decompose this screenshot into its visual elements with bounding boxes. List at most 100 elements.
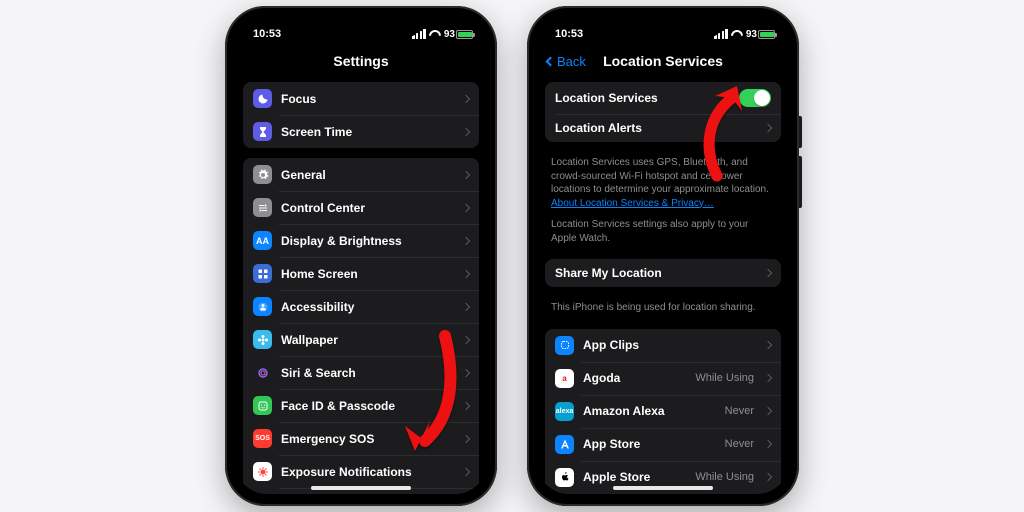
settings-row-location-alerts[interactable]: Location Alerts: [545, 114, 781, 142]
chevron-right-icon: [462, 368, 470, 376]
display-icon: AA: [253, 231, 272, 250]
settings-row-emergency-sos[interactable]: SOS Emergency SOS: [243, 422, 479, 455]
row-label: Apple Store: [583, 470, 686, 484]
chevron-right-icon: [764, 374, 772, 382]
nav-bar: Back Location Services: [537, 46, 789, 76]
chevron-right-icon: [764, 407, 772, 415]
settings-row-wallpaper[interactable]: Wallpaper: [243, 323, 479, 356]
phone-left: 10:53 93 Settings Focus Screen Time Gener…: [225, 6, 497, 506]
home-indicator[interactable]: [613, 486, 713, 490]
faceid-icon: [253, 396, 272, 415]
agoda-icon: a: [555, 369, 574, 388]
chevron-right-icon: [462, 269, 470, 277]
settings-row-agoda[interactable]: a Agoda While Using: [545, 362, 781, 395]
row-label: Face ID & Passcode: [281, 399, 452, 413]
settings-row-control-center[interactable]: Control Center: [243, 191, 479, 224]
settings-list[interactable]: Focus Screen Time General Control Center AA…: [235, 76, 487, 494]
sos-icon: SOS: [253, 429, 272, 448]
row-label: Control Center: [281, 201, 452, 215]
location-group-main: Location Services Location Alerts: [545, 82, 781, 142]
chevron-right-icon: [462, 170, 470, 178]
about-location-link[interactable]: About Location Services & Privacy…: [551, 198, 714, 209]
app-clips-icon: [555, 336, 574, 355]
row-label: Focus: [281, 92, 452, 106]
page-title: Settings: [333, 53, 388, 69]
status-time: 10:53: [555, 28, 583, 40]
settings-row-siri-search[interactable]: Siri & Search: [243, 356, 479, 389]
chevron-right-icon: [764, 440, 772, 448]
status-right: 93: [714, 29, 775, 40]
footer-text-1b: Location Services settings also apply to…: [537, 218, 789, 253]
row-label: Emergency SOS: [281, 432, 452, 446]
row-label: Share My Location: [555, 266, 754, 280]
chevron-right-icon: [462, 236, 470, 244]
row-label: Home Screen: [281, 267, 452, 281]
apps-group: App ClipsaAgodaWhile UsingalexaAmazon Al…: [545, 329, 781, 495]
settings-row-general[interactable]: General: [243, 158, 479, 191]
status-time: 10:53: [253, 28, 281, 40]
row-label: General: [281, 168, 452, 182]
row-label: Display & Brightness: [281, 234, 452, 248]
chevron-right-icon: [462, 127, 470, 135]
settings-row-location-services[interactable]: Location Services: [545, 82, 781, 114]
settings-row-display-brightness[interactable]: AA Display & Brightness: [243, 224, 479, 257]
general-icon: [253, 165, 272, 184]
chevron-right-icon: [462, 94, 470, 102]
row-detail: Never: [725, 405, 754, 417]
chevron-right-icon: [764, 473, 772, 481]
share-location-group: Share My Location: [545, 259, 781, 287]
chevron-right-icon: [764, 124, 772, 132]
wallpaper-icon: [253, 330, 272, 349]
settings-group-1: Focus Screen Time: [243, 82, 479, 148]
settings-row-app-clips[interactable]: App Clips: [545, 329, 781, 362]
wifi-icon: [429, 30, 441, 39]
row-label: Siri & Search: [281, 366, 452, 380]
row-label: Exposure Notifications: [281, 465, 452, 479]
row-detail: While Using: [695, 372, 754, 384]
controlCenter-icon: [253, 198, 272, 217]
row-detail: Never: [725, 438, 754, 450]
settings-row-apple-watch-faces[interactable]: Apple Watch FacesWhen Shared: [545, 494, 781, 495]
footer-text-1: Location Services uses GPS, Bluetooth, a…: [537, 152, 789, 218]
siri-icon: [253, 363, 272, 382]
settings-row-screen-time[interactable]: Screen Time: [243, 115, 479, 148]
row-label: Accessibility: [281, 300, 452, 314]
chevron-right-icon: [462, 401, 470, 409]
toggle-location-services[interactable]: [739, 89, 771, 107]
chevron-right-icon: [764, 341, 772, 349]
row-label: App Store: [583, 437, 716, 451]
screen-settings: 10:53 93 Settings Focus Screen Time Gener…: [235, 16, 487, 494]
wifi-icon: [731, 30, 743, 39]
row-label: Amazon Alexa: [583, 404, 716, 418]
notch: [301, 16, 421, 38]
focus-icon: [253, 89, 272, 108]
row-label: App Clips: [583, 338, 754, 352]
battery-indicator: 93: [746, 29, 775, 40]
settings-group-2: General Control Center AA Display & Brightn…: [243, 158, 479, 494]
settings-row-amazon-alexa[interactable]: alexaAmazon AlexaNever: [545, 395, 781, 428]
apple-store-icon: [555, 468, 574, 487]
settings-row-face-id-passcode[interactable]: Face ID & Passcode: [243, 389, 479, 422]
chevron-right-icon: [462, 467, 470, 475]
settings-row-exposure-notifications[interactable]: Exposure Notifications: [243, 455, 479, 488]
settings-row-home-screen[interactable]: Home Screen: [243, 257, 479, 290]
notch: [603, 16, 723, 38]
nav-bar: Settings: [235, 46, 487, 76]
row-label: Agoda: [583, 371, 686, 385]
settings-row-focus[interactable]: Focus: [243, 82, 479, 115]
back-button[interactable]: Back: [547, 54, 586, 69]
screen-location-services: 10:53 93 Back Location Services Location…: [537, 16, 789, 494]
settings-row-share-my-location[interactable]: Share My Location: [545, 259, 781, 287]
row-label: Screen Time: [281, 125, 452, 139]
chevron-right-icon: [462, 434, 470, 442]
status-right: 93: [412, 29, 473, 40]
settings-row-app-store[interactable]: App Store Never: [545, 428, 781, 461]
chevron-right-icon: [462, 302, 470, 310]
phone-right: 10:53 93 Back Location Services Location…: [527, 6, 799, 506]
location-services-list[interactable]: Location Services Location Alerts Locatio…: [537, 76, 789, 494]
chevron-right-icon: [462, 335, 470, 343]
home-indicator[interactable]: [311, 486, 411, 490]
row-label: Location Services: [555, 91, 730, 105]
settings-row-accessibility[interactable]: Accessibility: [243, 290, 479, 323]
row-label: Wallpaper: [281, 333, 452, 347]
